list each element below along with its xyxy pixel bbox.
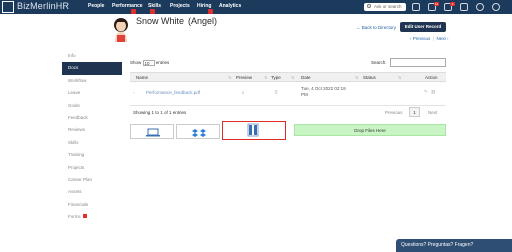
- sidebar-item-label: Forms: [68, 214, 81, 220]
- sidebar-item-feedback[interactable]: Feedback: [62, 112, 122, 124]
- employee-name: Snow White: [136, 16, 185, 26]
- column-header-name[interactable]: Name: [136, 75, 148, 80]
- column-header-date[interactable]: Date: [301, 75, 311, 80]
- inbox-badge: 3: [450, 2, 455, 6]
- drive-icon: [247, 123, 259, 137]
- back-to-directory-link[interactable]: ← Back to Directory: [356, 25, 396, 30]
- nav-badge: [150, 9, 155, 14]
- entries-control: Show 10 entries: [130, 60, 169, 66]
- profile-icon[interactable]: [492, 3, 500, 11]
- pagination-page-1[interactable]: 1: [409, 107, 420, 117]
- sidebar-item-goals[interactable]: Goals: [62, 100, 122, 112]
- sort-icon: ⇅: [398, 75, 402, 80]
- help-chat-button[interactable]: Questions? Preguntas? Fragen?: [396, 239, 512, 252]
- row-date-line2: PM: [301, 92, 308, 97]
- sort-icon: ⇅: [291, 75, 295, 80]
- search-icon: [367, 4, 371, 8]
- avatar: [114, 18, 128, 42]
- dropbox-icon: [192, 129, 206, 137]
- column-header-status[interactable]: Status: [363, 75, 376, 80]
- profile-sidebar: Info Docs Workflow Leave Goals Feedback …: [62, 50, 122, 223]
- upload-from-computer-button[interactable]: [130, 124, 174, 139]
- nav-performance[interactable]: Performance: [112, 3, 143, 9]
- add-icon[interactable]: [412, 3, 420, 11]
- file-icon: ▫: [133, 90, 135, 95]
- upload-from-drive-button[interactable]: [222, 121, 286, 140]
- sidebar-item-financials[interactable]: Financials: [62, 199, 122, 211]
- forms-badge: [83, 214, 87, 219]
- help-icon[interactable]: [476, 3, 484, 11]
- nav-badge: [131, 9, 136, 14]
- search-placeholder: Ask or search: [374, 4, 402, 9]
- record-pager: ‹ Previous | Next ›: [410, 36, 449, 41]
- column-header-action: Action: [425, 75, 438, 80]
- sidebar-item-projects[interactable]: Projects: [62, 162, 122, 174]
- sidebar-item-assets[interactable]: Assets: [62, 186, 122, 198]
- file-name-link[interactable]: Performance_feedback.pdf: [146, 90, 200, 95]
- column-header-preview[interactable]: Preview: [236, 75, 252, 80]
- table-search-label: Search:: [371, 60, 387, 65]
- next-record-link[interactable]: Next ›: [436, 36, 448, 41]
- pagination-previous[interactable]: Previous: [385, 110, 403, 115]
- sort-icon: ⇅: [228, 75, 232, 80]
- employee-alias: (Angel): [188, 16, 218, 26]
- logo-text[interactable]: BizMerlinHR: [17, 1, 69, 11]
- global-search-input[interactable]: Ask or search: [364, 3, 406, 11]
- table-search-input[interactable]: [390, 58, 446, 67]
- nav-analytics[interactable]: Analytics: [219, 3, 241, 9]
- notifications-badge: 12: [434, 2, 439, 6]
- sidebar-item-info[interactable]: Info: [62, 50, 122, 62]
- pagination-next[interactable]: Next: [428, 110, 437, 115]
- row-date: Tue, 4 Oct 2022 02:19: [301, 86, 346, 91]
- sidebar-item-docs[interactable]: Docs: [62, 62, 122, 75]
- delete-icon[interactable]: ▥: [431, 89, 435, 95]
- sidebar-item-workflow[interactable]: Workflow: [62, 75, 122, 87]
- entries-label: entries: [155, 60, 170, 66]
- nav-projects[interactable]: Projects: [170, 3, 190, 9]
- nav-badge: [208, 9, 213, 14]
- table-header: Name ⇅ Preview ⇅ Type ⇅ Date ⇅ Status ⇅ …: [130, 72, 446, 82]
- sidebar-item-reviews[interactable]: Reviews: [62, 124, 122, 136]
- column-header-type[interactable]: Type: [271, 75, 281, 80]
- showing-entries-text: Showing 1 to 1 of 1 entries: [133, 110, 187, 115]
- sidebar-item-skills[interactable]: Skills: [62, 137, 122, 149]
- file-drop-zone[interactable]: Drop Files Here: [294, 124, 446, 136]
- info-icon[interactable]: [460, 3, 468, 11]
- sort-icon: ⇅: [355, 75, 359, 80]
- edit-icon[interactable]: ✎: [424, 89, 428, 95]
- document-type-icon: ▯: [275, 89, 278, 94]
- previous-record-link[interactable]: ‹ Previous: [410, 36, 430, 41]
- laptop-icon: [146, 128, 160, 137]
- sidebar-item-forms[interactable]: Forms: [62, 211, 122, 223]
- sidebar-item-leave[interactable]: Leave: [62, 87, 122, 99]
- sort-icon: ⇅: [264, 75, 268, 80]
- edit-user-record-button[interactable]: Edit User Record: [400, 22, 446, 32]
- show-label: Show: [130, 60, 142, 66]
- sidebar-item-training[interactable]: Training: [62, 149, 122, 161]
- sidebar-item-career-plan[interactable]: Career Plan: [62, 174, 122, 186]
- table-row: ▫ Performance_feedback.pdf ⤓ ▯ Tue, 4 Oc…: [130, 82, 446, 106]
- entries-select[interactable]: 10: [142, 60, 155, 66]
- logo-icon[interactable]: [2, 1, 14, 13]
- upload-from-dropbox-button[interactable]: [176, 124, 220, 139]
- download-icon[interactable]: ⤓: [242, 89, 244, 94]
- top-navigation-bar: BizMerlinHR People Performance Skills Pr…: [0, 0, 512, 14]
- nav-people[interactable]: People: [88, 3, 104, 9]
